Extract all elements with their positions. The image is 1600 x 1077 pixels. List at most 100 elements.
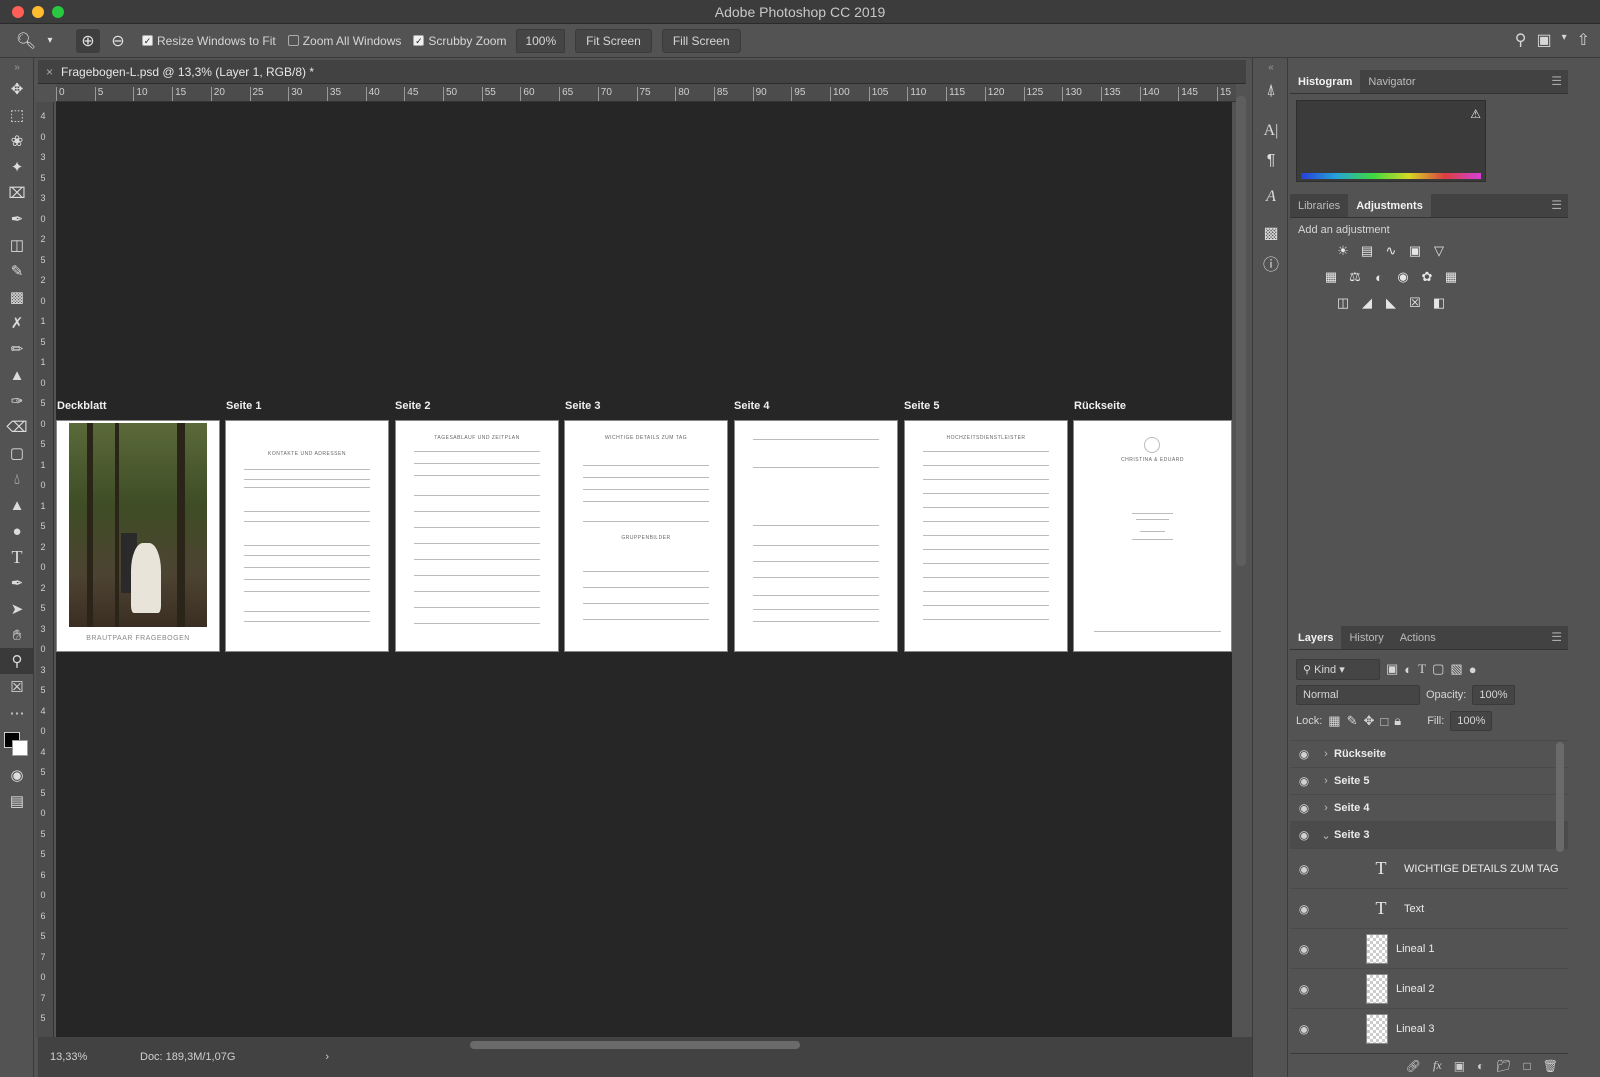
blend-mode-select[interactable]: Normal xyxy=(1296,685,1420,705)
smart-object-filter-icon[interactable]: ▧ xyxy=(1450,661,1462,677)
artboard-deckblatt[interactable]: BRAUTPAAR FRAGEBOGEN xyxy=(56,420,220,652)
threshold-icon[interactable]: ◣ xyxy=(1382,294,1400,312)
zoom-percent-field[interactable]: 100% xyxy=(516,28,566,53)
photo-filter-icon[interactable]: ◉ xyxy=(1394,268,1412,286)
scrubby-zoom-checkbox[interactable]: ✓ Scrubby Zoom xyxy=(413,34,506,48)
eye-icon[interactable]: ◉ xyxy=(1290,862,1318,876)
lasso-tool-icon[interactable]: ❀ xyxy=(0,128,34,154)
crop-tool-icon[interactable]: ⌧ xyxy=(0,180,34,206)
pixel-filter-icon[interactable]: ▣ xyxy=(1386,661,1398,677)
resize-windows-checkbox[interactable]: ✓ Resize Windows to Fit xyxy=(142,34,276,48)
layer-style-icon[interactable]: fx xyxy=(1433,1058,1442,1073)
screen-mode-icon[interactable]: ▤ xyxy=(0,788,34,814)
layer-pixel-lineal-3[interactable]: ◉ Lineal 3 xyxy=(1290,1008,1568,1048)
filter-kind-select[interactable]: ⚲ Kind ▾ xyxy=(1296,658,1380,680)
stamp-tool-icon[interactable]: ▲ xyxy=(0,362,34,388)
artboard-seite-4[interactable] xyxy=(734,420,898,652)
layer-pixel-lineal-1[interactable]: ◉ Lineal 1 xyxy=(1290,928,1568,968)
eye-icon[interactable]: ◉ xyxy=(1290,828,1318,842)
selective-color-icon[interactable]: ☒ xyxy=(1406,294,1424,312)
chevron-down-icon[interactable]: ⌄ xyxy=(1318,829,1334,842)
tab-libraries[interactable]: Libraries xyxy=(1290,194,1348,217)
document-canvas[interactable]: Deckblatt Seite 1 Seite 2 Seite 3 Seite … xyxy=(56,102,1232,1037)
history-brush-tool-icon[interactable]: ✗ xyxy=(0,310,34,336)
mixer-brush-tool-icon[interactable]: ✏ xyxy=(0,336,34,362)
document-tab[interactable]: × Fragebogen-L.psd @ 13,3% (Layer 1, RGB… xyxy=(38,60,1246,84)
paragraph-panel-icon[interactable]: ¶ xyxy=(1253,146,1289,176)
hue-saturation-icon[interactable]: ▦ xyxy=(1322,268,1340,286)
quick-mask-icon[interactable]: ◉ xyxy=(0,762,34,788)
gradient-map-icon[interactable]: ◧ xyxy=(1430,294,1448,312)
pen-tool-icon[interactable]: ✒ xyxy=(0,570,34,596)
add-mask-icon[interactable]: ▣ xyxy=(1454,1059,1465,1073)
vertical-ruler[interactable]: 4035302520151050510152025303540455055606… xyxy=(36,102,54,1037)
warning-icon[interactable]: ⚠ xyxy=(1470,107,1481,121)
chevron-down-icon[interactable]: ▾ xyxy=(44,29,56,53)
zoom-all-windows-checkbox[interactable]: Zoom All Windows xyxy=(287,34,401,48)
artboard-seite-3[interactable]: WICHTIGE DETAILS ZUM TAG GRUPPENBILDER xyxy=(564,420,728,652)
lock-image-icon[interactable]: ✎ xyxy=(1347,713,1358,729)
gradient-tool-icon[interactable]: ▢ xyxy=(0,440,34,466)
artboard-label-seite-5[interactable]: Seite 5 xyxy=(904,400,939,412)
vertical-scrollbar[interactable] xyxy=(1236,96,1246,566)
artboard-seite-2[interactable]: TAGESABLAUF UND ZEITPLAN xyxy=(395,420,559,652)
artboard-label-rueckseite[interactable]: Rückseite xyxy=(1074,400,1126,412)
collapse-panels-icon[interactable]: « xyxy=(1253,58,1289,76)
eye-icon[interactable]: ◉ xyxy=(1290,942,1318,956)
eye-icon[interactable]: ◉ xyxy=(1290,1022,1318,1036)
eye-icon[interactable]: ◉ xyxy=(1290,982,1318,996)
3d-panel-icon[interactable]: ▩ xyxy=(1253,218,1289,248)
levels-icon[interactable]: ▤ xyxy=(1358,242,1376,260)
zoom-tool-icon[interactable]: ⚲ xyxy=(0,648,34,674)
horizontal-scrollbar[interactable] xyxy=(470,1041,800,1049)
eye-icon[interactable]: ◉ xyxy=(1290,774,1318,788)
artboard-seite-1[interactable]: KONTAKTE UND ADRESSEN xyxy=(225,420,389,652)
layer-text-text[interactable]: ◉ T Text xyxy=(1290,888,1568,928)
eye-icon[interactable]: ◉ xyxy=(1290,902,1318,916)
glyphs-panel-icon[interactable]: A xyxy=(1253,182,1289,212)
more-tools-icon[interactable]: ⋯ xyxy=(0,700,34,726)
search-icon[interactable]: ⚲ xyxy=(1515,30,1527,50)
clone-stamp-tool-icon[interactable]: ▩ xyxy=(0,284,34,310)
layer-group-seite-5[interactable]: ◉ › Seite 5 xyxy=(1290,767,1568,794)
new-group-icon[interactable]: 📁︎ xyxy=(1496,1059,1511,1073)
shape-filter-icon[interactable]: ▢ xyxy=(1432,661,1444,677)
tab-history[interactable]: History xyxy=(1341,626,1391,649)
lock-transparent-icon[interactable]: ▦ xyxy=(1328,713,1340,729)
artboard-seite-5[interactable]: HOCHZEITSDIENSTLEISTER xyxy=(904,420,1068,652)
opacity-field[interactable]: 100% xyxy=(1472,685,1515,705)
fill-screen-button[interactable]: Fill Screen xyxy=(661,28,741,53)
healing-brush-tool-icon[interactable]: ◫ xyxy=(0,232,34,258)
eye-icon[interactable]: ◉ xyxy=(1290,801,1318,815)
channel-mixer-icon[interactable]: ✿ xyxy=(1418,268,1436,286)
chevron-right-icon[interactable]: › xyxy=(1318,748,1334,760)
lock-position-icon[interactable]: ✥ xyxy=(1364,713,1375,729)
move-tool-icon[interactable]: ✥ xyxy=(0,76,34,102)
workspace-icon[interactable]: ▣ xyxy=(1536,30,1551,50)
character-panel-icon[interactable]: A| xyxy=(1253,116,1289,146)
fit-screen-button[interactable]: Fit Screen xyxy=(575,28,652,53)
tab-layers[interactable]: Layers xyxy=(1290,626,1342,649)
filter-toggle-icon[interactable]: ● xyxy=(1469,662,1477,677)
path-selection-tool-icon[interactable]: ➤ xyxy=(0,596,34,622)
marquee-tool-icon[interactable]: ⬚ xyxy=(0,102,34,128)
color-balance-icon[interactable]: ⚖ xyxy=(1346,268,1364,286)
chevron-right-icon[interactable]: › xyxy=(1318,775,1334,787)
eyedropper-tool-icon[interactable]: ✒ xyxy=(0,206,34,232)
tab-navigator[interactable]: Navigator xyxy=(1360,70,1423,93)
adjustment-layer-icon[interactable]: ◐ xyxy=(1477,1059,1484,1073)
exposure-icon[interactable]: ▣ xyxy=(1406,242,1424,260)
stamp-panel-icon[interactable]: ⍋ xyxy=(1253,76,1289,106)
lock-artboard-icon[interactable]: □ xyxy=(1380,714,1388,729)
tab-adjustments[interactable]: Adjustments xyxy=(1348,194,1431,217)
lock-all-icon[interactable]: 🔒︎ xyxy=(1394,713,1401,729)
dodge-tool-icon[interactable]: ● xyxy=(0,518,34,544)
curves-icon[interactable]: ∿ xyxy=(1382,242,1400,260)
posterize-icon[interactable]: ◢ xyxy=(1358,294,1376,312)
new-layer-icon[interactable]: □ xyxy=(1524,1059,1531,1073)
panel-menu-icon[interactable]: ☰ xyxy=(1551,198,1562,212)
info-panel-icon[interactable]: ⓘ xyxy=(1253,248,1289,278)
panel-menu-icon[interactable]: ☰ xyxy=(1551,630,1562,644)
magic-wand-tool-icon[interactable]: ✦ xyxy=(0,154,34,180)
artboard-label-seite-4[interactable]: Seite 4 xyxy=(734,400,769,412)
